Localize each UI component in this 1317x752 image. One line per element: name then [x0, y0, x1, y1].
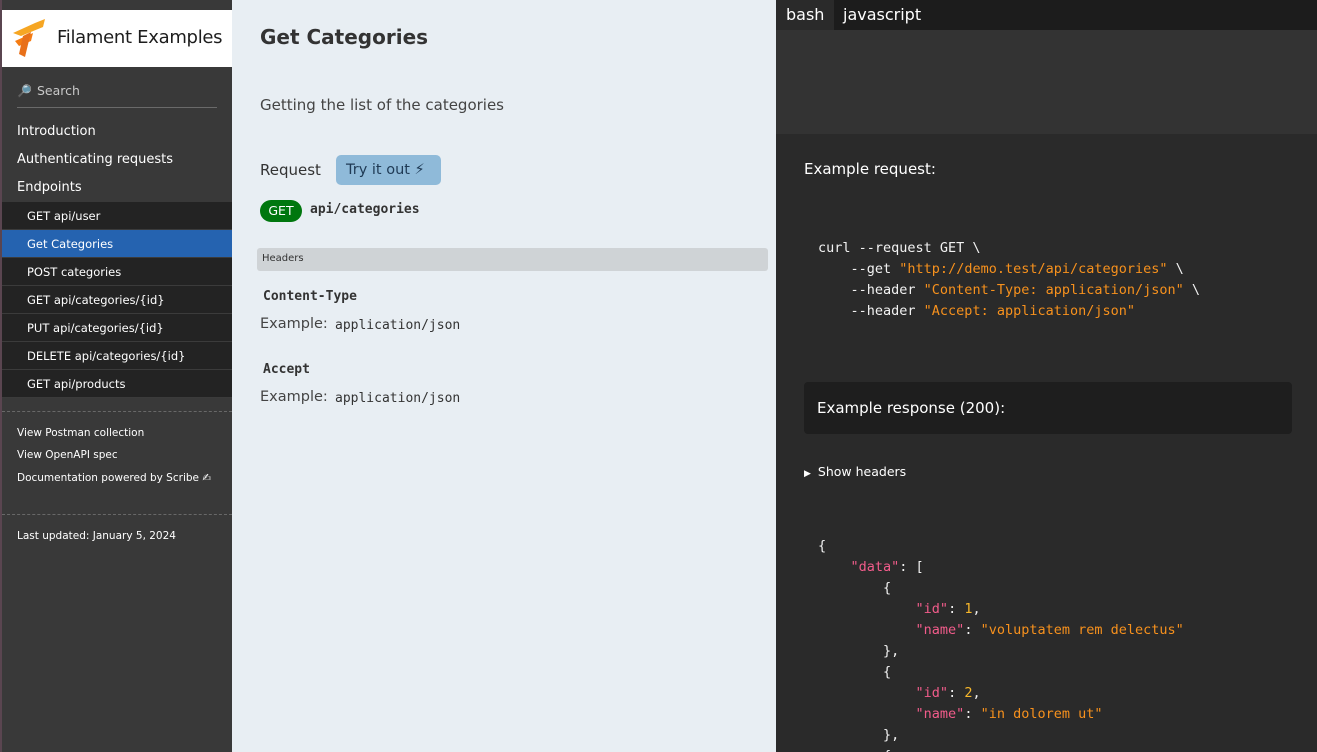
response-code-block: { "data": [ { "id": 1, "name": "voluptat…: [818, 538, 1184, 752]
curl-line: curl --request GET \: [818, 240, 981, 256]
method-badge: GET: [260, 200, 302, 222]
curl-header-flag: --header: [850, 303, 924, 319]
divider: [2, 411, 232, 412]
openapi-spec-link[interactable]: View OpenAPI spec: [17, 449, 118, 461]
endpoint-path: api/categories: [310, 202, 420, 217]
show-headers-label: Show headers: [817, 464, 907, 479]
try-it-out-button[interactable]: Try it out ⚡: [336, 155, 441, 185]
tab-javascript[interactable]: javascript: [833, 0, 931, 30]
curl-url: "http://demo.test/api/categories": [899, 261, 1168, 277]
curl-code-block: curl --request GET \ --get "http://demo.…: [818, 238, 1200, 322]
curl-header-flag: --header: [850, 282, 924, 298]
nav-get-api-user[interactable]: GET api/user: [2, 202, 232, 230]
example-label: Example:: [260, 389, 328, 405]
language-tabs: bash javascript: [776, 0, 1317, 30]
brand-name: Filament Examples: [57, 27, 223, 48]
request-label: Request: [260, 161, 321, 179]
json-string: "in dolorem ut": [980, 706, 1103, 722]
curl-header-value: "Accept: application/json": [923, 303, 1135, 319]
curl-get-flag: --get: [850, 261, 900, 277]
json-number: 2: [964, 685, 973, 701]
nav-delete-category[interactable]: DELETE api/categories/{id}: [2, 342, 232, 370]
nav-put-category[interactable]: PUT api/categories/{id}: [2, 314, 232, 342]
example-request-label: Example request:: [804, 160, 936, 178]
tab-bash[interactable]: bash: [776, 0, 835, 30]
main-content: Get Categories Getting the list of the c…: [232, 0, 776, 752]
sidebar: Filament Examples 🔎 Introduction Authent…: [0, 0, 232, 752]
nav-get-categories[interactable]: Get Categories: [2, 230, 232, 258]
last-updated: Last updated: January 5, 2024: [17, 530, 176, 542]
json-string: "voluptatem rem delectus": [980, 622, 1184, 638]
json-key: "name": [915, 622, 965, 638]
show-headers-toggle[interactable]: ▶ Show headers: [804, 464, 906, 479]
nav-get-category-by-id[interactable]: GET api/categories/{id}: [2, 286, 232, 314]
divider: [2, 514, 232, 515]
tab-panel-blank: [776, 30, 1317, 134]
nav-introduction[interactable]: Introduction: [17, 124, 96, 139]
disclosure-triangle-icon: ▶: [804, 469, 811, 479]
search-icon: 🔎: [17, 84, 32, 98]
json-number: 1: [964, 601, 973, 617]
search-box[interactable]: 🔎: [17, 82, 217, 108]
example-value: application/json: [335, 318, 461, 333]
json-key: "name": [915, 706, 965, 722]
logo-area[interactable]: Filament Examples: [2, 10, 232, 67]
json-key: "id": [915, 601, 949, 617]
example-label: Example:: [260, 316, 328, 332]
scribe-credit-link[interactable]: Documentation powered by Scribe ✍: [17, 472, 211, 484]
postman-collection-link[interactable]: View Postman collection: [17, 427, 144, 439]
header-name: Content-Type: [263, 289, 357, 304]
example-response-box: Example response (200):: [804, 382, 1292, 434]
filament-logo-icon: [13, 19, 45, 57]
code-pane: bash javascript Example request: curl --…: [776, 0, 1317, 752]
nav-get-api-products[interactable]: GET api/products: [2, 370, 232, 398]
continuation: \: [1167, 261, 1184, 277]
example-response-label: Example response (200):: [817, 399, 1006, 417]
header-name: Accept: [263, 362, 310, 377]
endpoint-description: Getting the list of the categories: [260, 96, 504, 114]
json-key: "data": [850, 559, 900, 575]
headers-title: Headers: [262, 253, 304, 264]
headers-section-bar: Headers: [257, 248, 768, 271]
search-input[interactable]: [37, 83, 215, 98]
json-key: "id": [915, 685, 949, 701]
example-value: application/json: [335, 391, 461, 406]
nav-authenticating-requests[interactable]: Authenticating requests: [17, 152, 173, 167]
continuation: \: [1183, 282, 1201, 298]
page-title: Get Categories: [260, 25, 429, 49]
endpoint-list: GET api/user Get Categories POST categor…: [2, 202, 232, 398]
nav-post-categories[interactable]: POST categories: [2, 258, 232, 286]
curl-header-value: "Content-Type: application/json": [923, 282, 1184, 298]
nav-endpoints[interactable]: Endpoints: [17, 180, 82, 195]
